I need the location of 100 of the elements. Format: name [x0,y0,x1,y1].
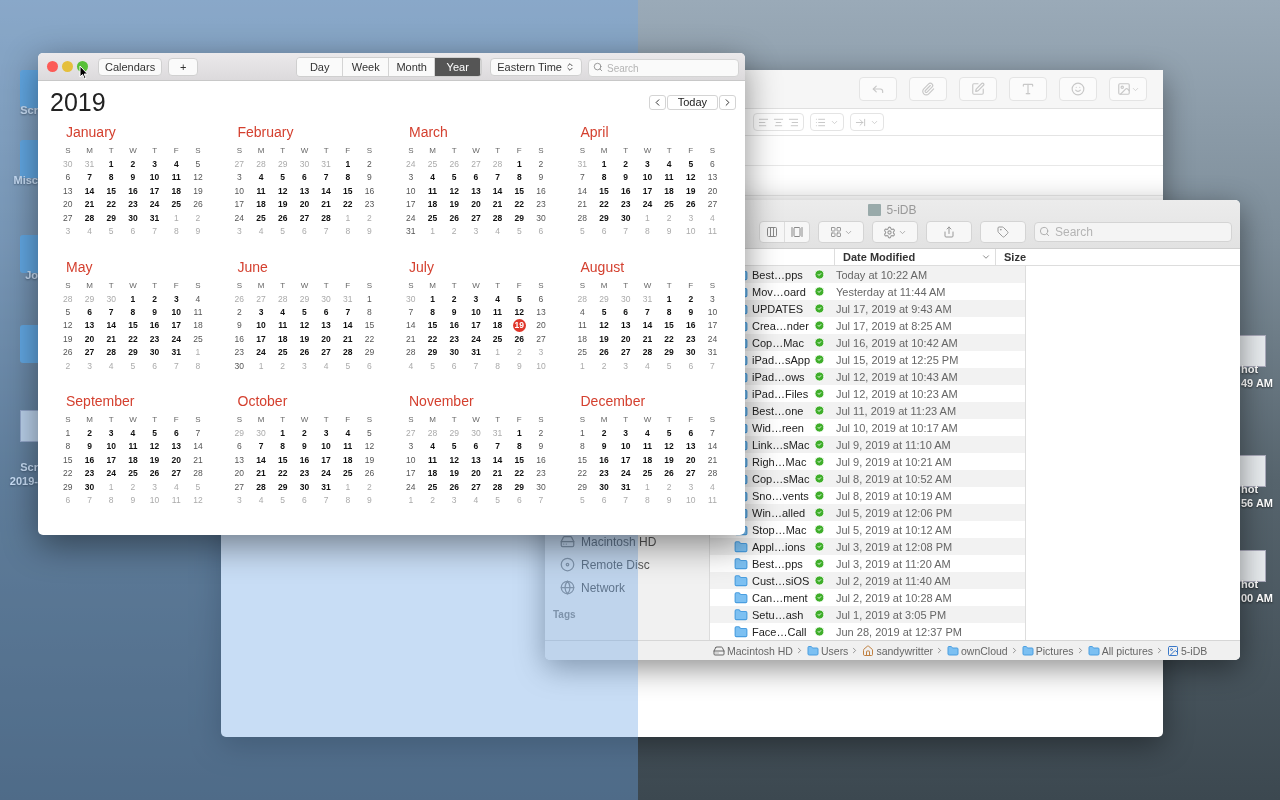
day-number[interactable]: 5 [143,426,166,440]
day-number[interactable]: 13 [530,305,552,319]
day-number[interactable]: 19 [593,332,615,346]
day-number[interactable]: 1 [57,426,79,440]
day-number[interactable]: 9 [593,439,615,454]
day-number[interactable]: 7 [486,439,509,454]
day-number[interactable]: 6 [78,305,101,319]
day-number[interactable]: 23 [358,197,381,211]
day-number[interactable]: 3 [100,426,123,440]
file-name[interactable]: Win…alled [752,506,814,519]
day-number[interactable]: 12 [293,318,316,333]
format-button[interactable] [1009,77,1047,101]
column-header[interactable]: Date Modified [834,249,995,265]
day-number[interactable]: 17 [614,453,637,467]
day-number[interactable]: 2 [443,291,466,306]
day-number[interactable]: 29 [271,479,294,494]
day-number[interactable]: 8 [571,439,594,454]
day-number[interactable]: 28 [701,466,724,480]
day-number[interactable]: 29 [658,345,680,359]
day-number[interactable]: 18 [486,318,509,333]
search-field[interactable]: Search [1034,222,1232,242]
path-item[interactable]: Macintosh HD [727,644,793,657]
day-number[interactable]: 14 [400,318,422,333]
file-name[interactable]: Setu…ash [752,608,814,621]
day-number[interactable]: 25 [636,466,659,480]
day-number[interactable]: 29 [571,479,594,494]
day-number[interactable]: 2 [530,426,552,440]
day-number[interactable]: 11 [336,439,359,454]
day-number[interactable]: 1 [421,291,444,306]
day-number[interactable]: 18 [336,453,359,467]
day-number[interactable]: 22 [336,197,359,211]
day-number[interactable]: 27 [701,197,724,211]
day-number[interactable]: 21 [100,332,123,346]
day-number[interactable]: 30 [530,479,552,494]
day-number[interactable]: 23 [228,345,251,359]
document-icon[interactable] [1238,455,1266,487]
day-number[interactable]: 30 [530,210,552,225]
day-number[interactable]: 13 [465,184,487,198]
day-number[interactable]: 28 [486,210,509,225]
day-number[interactable]: 14 [100,318,123,333]
day-number[interactable]: 6 [701,157,724,171]
day-number[interactable]: 29 [421,345,444,359]
day-number[interactable]: 9 [614,170,637,185]
day-number[interactable]: 30 [143,345,166,359]
day-number[interactable]: 4 [486,291,509,306]
day-number[interactable]: 7 [100,305,123,319]
photo-button[interactable] [1109,77,1147,101]
day-number[interactable]: 26 [593,345,615,359]
day-number[interactable]: 10 [400,184,422,198]
column-header[interactable]: Size [995,249,1026,265]
day-number[interactable]: 16 [530,453,552,467]
day-number[interactable]: 26 [293,345,316,359]
file-name[interactable]: Sno…vents [752,489,814,502]
attach-button[interactable] [909,77,947,101]
day-number[interactable]: 7 [400,305,422,319]
day-number[interactable]: 13 [228,453,251,467]
day-number[interactable]: 14 [486,453,509,467]
file-name[interactable]: UPDATES [752,302,814,315]
group-button[interactable] [818,221,864,243]
day-number[interactable]: 16 [443,318,466,333]
day-number[interactable]: 28 [315,210,337,225]
day-number[interactable]: 17 [400,197,422,211]
day-number[interactable]: 15 [122,318,144,333]
day-number[interactable]: 28 [100,345,123,359]
day-number[interactable]: 27 [315,345,337,359]
day-number[interactable]: 31 [143,210,166,225]
day-number[interactable]: 11 [571,318,594,333]
day-number[interactable]: 22 [658,332,680,346]
day-number[interactable]: 30 [228,358,251,373]
day-number[interactable]: 15 [421,318,444,333]
day-number[interactable]: 24 [465,332,487,346]
day-number[interactable]: 8 [100,170,123,185]
day-number[interactable]: 19 [443,466,466,480]
day-number[interactable]: 7 [187,426,209,440]
day-number[interactable]: 23 [614,197,637,211]
day-number[interactable]: 28 [636,345,659,359]
day-number[interactable]: 23 [530,197,552,211]
day-number[interactable]: 16 [358,184,381,198]
day-number[interactable]: 28 [571,210,594,225]
day-number[interactable]: 3 [701,291,724,306]
day-number[interactable]: 5 [443,170,466,185]
day-number[interactable]: 10 [465,305,487,319]
emoji-button[interactable] [1059,77,1097,101]
day-number[interactable]: 24 [614,466,637,480]
day-number[interactable]: 4 [271,305,294,319]
day-number[interactable]: 29 [593,210,615,225]
indent-button[interactable] [850,113,884,131]
day-number[interactable]: 11 [421,184,444,198]
day-number[interactable]: 8 [358,305,381,319]
day-number[interactable]: 30 [614,210,637,225]
day-number[interactable]: 5 [443,439,466,454]
day-number[interactable]: 18 [187,318,209,333]
day-number[interactable]: 7 [701,426,724,440]
day-number[interactable]: 19 [358,453,381,467]
day-number[interactable]: 20 [530,318,552,333]
day-number[interactable]: 14 [571,184,594,198]
day-number[interactable]: 26 [508,332,531,346]
day-number[interactable]: 17 [250,332,272,346]
day-number[interactable]: 20 [165,453,188,467]
day-number[interactable]: 15 [100,184,123,198]
